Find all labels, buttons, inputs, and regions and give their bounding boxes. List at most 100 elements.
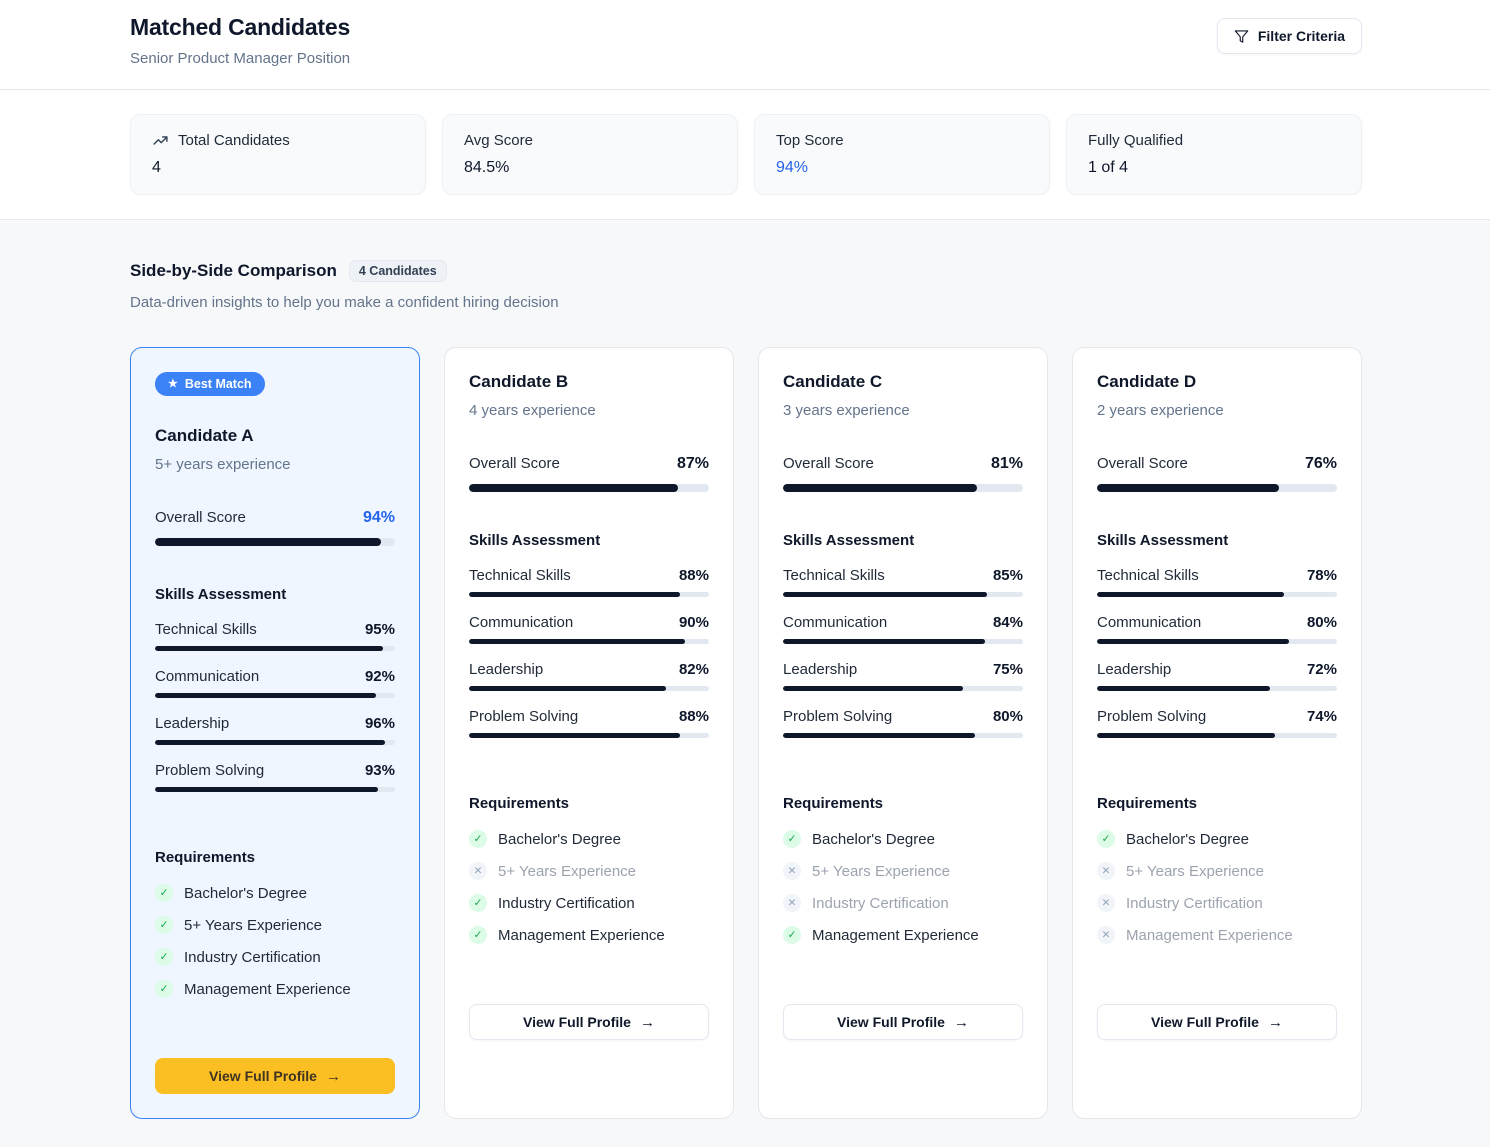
check-icon: ✓ [155,948,173,966]
page-subtitle: Senior Product Manager Position [130,50,350,67]
header-text: Matched Candidates Senior Product Manage… [130,14,350,67]
skills-section-title: Skills Assessment [155,586,395,603]
stat-value: 1 of 4 [1088,159,1340,177]
stat-header: Total Candidates [152,132,404,149]
skill-row: Leadership 72% [1097,661,1337,691]
requirement-row: ✕ 5+ Years Experience [783,862,1023,880]
view-full-profile-button[interactable]: View Full Profile → [1097,1004,1337,1040]
view-full-profile-button[interactable]: View Full Profile → [783,1004,1023,1040]
overall-score-value: 87% [677,455,709,473]
overall-score-label: Overall Score [1097,455,1188,472]
candidate-experience: 4 years experience [469,402,709,419]
overall-score-bar [783,484,1023,492]
filter-criteria-button[interactable]: Filter Criteria [1217,18,1362,54]
x-icon: ✕ [783,862,801,880]
skill-row: Leadership 75% [783,661,1023,691]
skill-row: Technical Skills 85% [783,567,1023,597]
skill-label: Problem Solving [783,708,892,725]
skill-label: Problem Solving [155,762,264,779]
stat-value: 84.5% [464,159,716,177]
requirement-row: ✓ 5+ Years Experience [155,916,395,934]
skill-value: 75% [993,661,1023,678]
requirement-row: ✕ Industry Certification [1097,894,1337,912]
skill-value: 88% [679,708,709,725]
stat-card: Fully Qualified 1 of 4 [1066,114,1362,195]
check-icon: ✓ [155,980,173,998]
requirement-row: ✓ Bachelor's Degree [469,830,709,848]
skill-bar [1097,639,1337,644]
requirement-label: Management Experience [184,981,351,998]
requirement-row: ✕ 5+ Years Experience [1097,862,1337,880]
skill-row: Problem Solving 88% [469,708,709,738]
requirement-label: Industry Certification [184,949,321,966]
skill-value: 84% [993,614,1023,631]
overall-score-block: Overall Score 87% [469,455,709,492]
view-full-profile-button[interactable]: View Full Profile → [469,1004,709,1040]
stat-header: Fully Qualified [1088,132,1340,149]
skill-value: 80% [1307,614,1337,631]
requirement-label: Management Experience [1126,927,1293,944]
view-full-profile-label: View Full Profile [209,1068,317,1084]
overall-score-label: Overall Score [469,455,560,472]
requirement-row: ✓ Bachelor's Degree [783,830,1023,848]
stats-row: Total Candidates 4 Avg Score 84.5% Top S… [130,114,1362,195]
check-icon: ✓ [783,830,801,848]
requirement-label: Bachelor's Degree [184,885,307,902]
stat-value: 4 [152,159,404,177]
requirement-label: 5+ Years Experience [812,863,950,880]
check-icon: ✓ [469,894,487,912]
skill-bar [155,740,395,745]
candidate-name: Candidate B [469,372,709,392]
skill-value: 82% [679,661,709,678]
candidate-experience: 3 years experience [783,402,1023,419]
skill-label: Problem Solving [469,708,578,725]
requirements-section-title: Requirements [469,795,709,812]
requirement-label: Bachelor's Degree [498,831,621,848]
skill-value: 80% [993,708,1023,725]
skill-bar [469,733,709,738]
view-full-profile-button[interactable]: View Full Profile → [155,1058,395,1094]
stat-card: Total Candidates 4 [130,114,426,195]
skill-label: Problem Solving [1097,708,1206,725]
skill-row: Communication 84% [783,614,1023,644]
overall-score-value: 76% [1305,455,1337,473]
requirement-label: Management Experience [498,927,665,944]
best-match-label: Best Match [185,377,252,391]
requirements-section-title: Requirements [155,849,395,866]
skill-label: Technical Skills [155,621,257,638]
arrow-right-icon: → [326,1069,341,1084]
requirements-list: ✓ Bachelor's Degree ✕ 5+ Years Experienc… [783,830,1023,958]
skill-row: Leadership 82% [469,661,709,691]
candidate-count-badge: 4 Candidates [349,260,447,282]
skill-value: 95% [365,621,395,638]
skill-bar [155,787,395,792]
overall-score-bar [155,538,395,546]
overall-score-label: Overall Score [783,455,874,472]
check-icon: ✓ [155,884,173,902]
skills-list: Technical Skills 95% Communication 92% L… [155,621,395,809]
requirement-label: 5+ Years Experience [184,917,322,934]
stat-label: Avg Score [464,132,533,149]
check-icon: ✓ [783,926,801,944]
candidate-card: ★ Best Match Candidate A 5+ years experi… [130,347,420,1119]
skill-label: Communication [783,614,887,631]
requirement-label: Industry Certification [498,895,635,912]
skills-section-title: Skills Assessment [1097,532,1337,549]
skill-label: Communication [1097,614,1201,631]
skill-label: Technical Skills [469,567,571,584]
skill-bar [469,592,709,597]
skill-value: 92% [365,668,395,685]
stat-value: 94% [776,159,1028,177]
skill-bar [155,693,395,698]
comparison-section: Side-by-Side Comparison 4 Candidates Dat… [0,220,1490,1147]
stats-band: Total Candidates 4 Avg Score 84.5% Top S… [0,90,1490,220]
x-icon: ✕ [1097,894,1115,912]
candidate-name: Candidate D [1097,372,1337,392]
stat-label: Total Candidates [178,132,290,149]
overall-score-bar [469,484,709,492]
skill-bar [1097,592,1337,597]
stat-header: Top Score [776,132,1028,149]
skill-value: 88% [679,567,709,584]
requirement-row: ✓ Management Experience [469,926,709,944]
skill-label: Leadership [783,661,857,678]
